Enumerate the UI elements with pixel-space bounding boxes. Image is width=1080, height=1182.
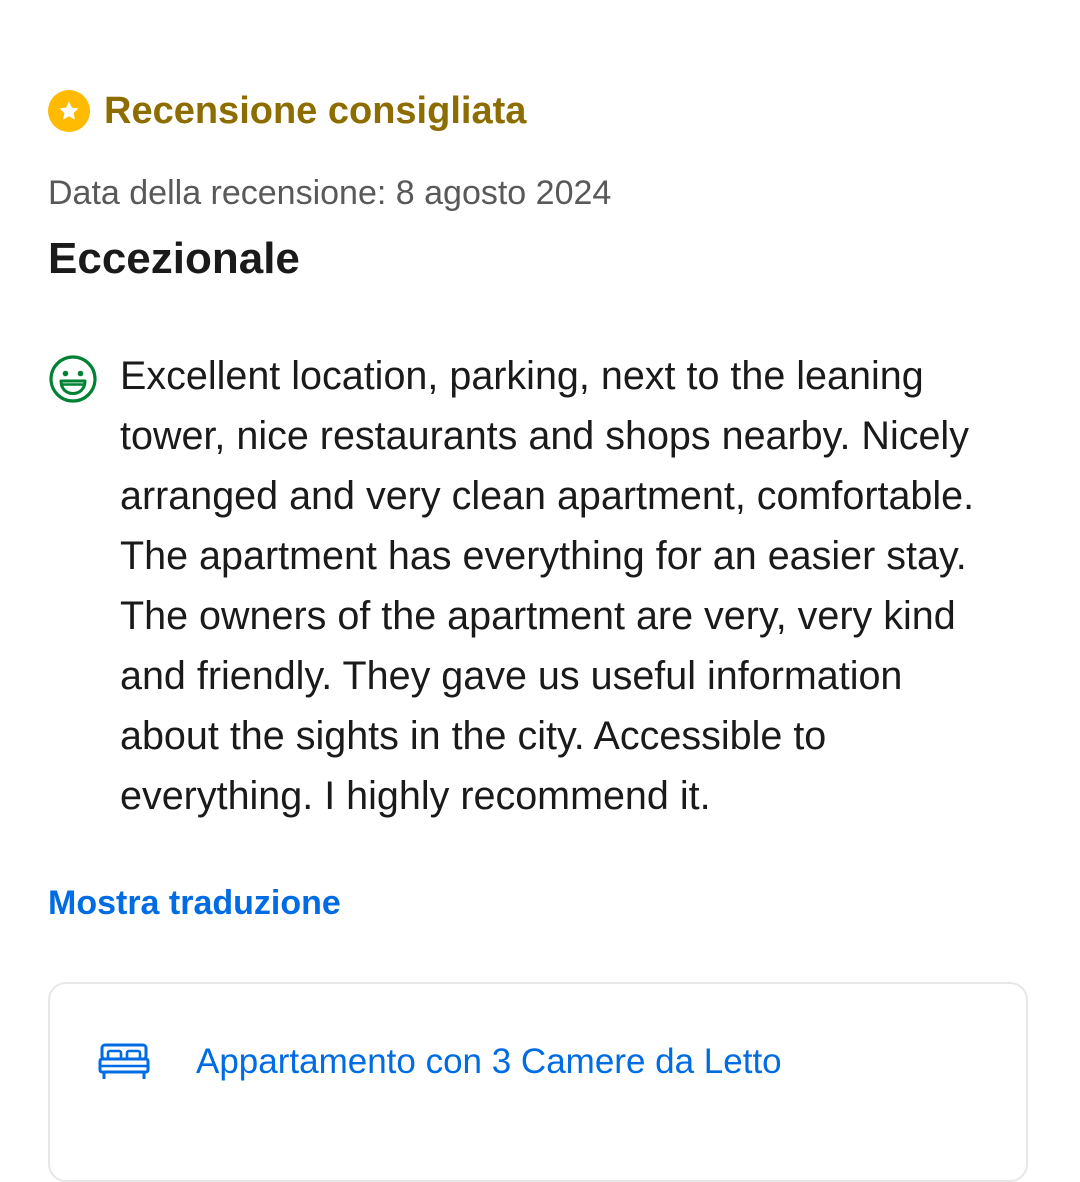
smiley-icon <box>49 355 97 403</box>
star-icon <box>48 90 90 132</box>
bed-icon <box>98 1043 150 1079</box>
review-text-line: everything. I highly recommend it. <box>120 774 711 818</box>
show-translation-link[interactable]: Mostra traduzione <box>48 884 341 923</box>
featured-review-badge: Recensione consigliata <box>48 86 526 136</box>
review-text-line: about the sights in the city. Accessible… <box>120 714 827 758</box>
room-type-link[interactable]: Appartamento con 3 Camere da Letto <box>196 1042 782 1082</box>
review-title: Eccezionale <box>48 234 300 283</box>
review-text: Excellent location, parking, next to the… <box>120 346 1040 826</box>
room-type-card: Appartamento con 3 Camere da Letto <box>48 982 1028 1182</box>
review-text-line: tower, nice restaurants and shops nearby… <box>120 414 969 458</box>
featured-review-label: Recensione consigliata <box>104 89 527 132</box>
review-text-line: The owners of the apartment are very, ve… <box>120 594 956 638</box>
review-text-line: Excellent location, parking, next to the… <box>120 354 924 398</box>
review-text-line: and friendly. They gave us useful inform… <box>120 654 903 698</box>
review-text-line: arranged and very clean apartment, comfo… <box>120 474 975 518</box>
review-text-line: The apartment has everything for an easi… <box>120 534 967 578</box>
review-date: Data della recensione: 8 agosto 2024 <box>48 174 612 212</box>
